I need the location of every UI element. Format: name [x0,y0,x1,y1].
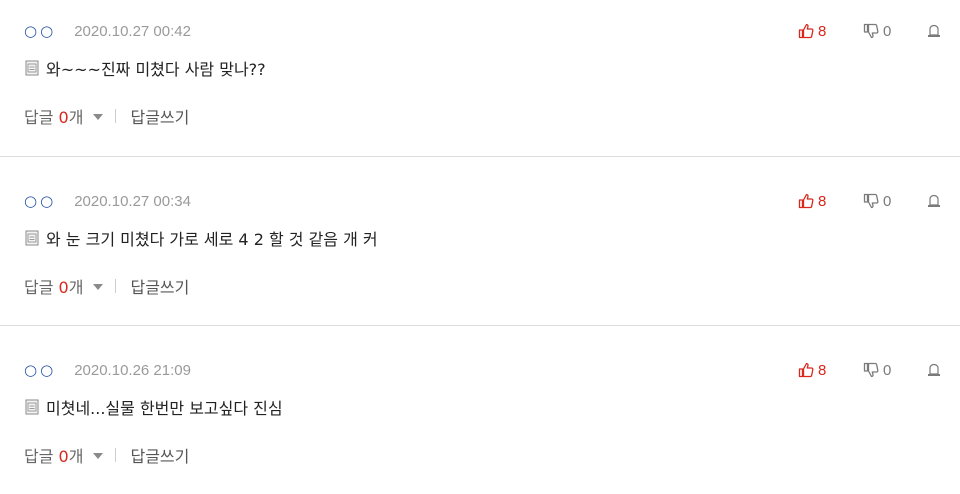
comment-item: ○○ 2020.10.26 21:09 8 0 미쳣네...실물 한번만 보고싶… [0,339,960,494]
like-button[interactable]: 8 [798,190,826,212]
comment-text: 미쳣네...실물 한번만 보고싶다 진심 [46,399,283,418]
comment-item: ○○ 2020.10.27 00:34 8 0 와 눈 크기 미쳤다 가로 세로… [0,170,960,325]
reply-toggle[interactable]: 답글 0개 [24,104,83,128]
reply-label: 답글 [24,108,54,127]
thumbs-down-icon [863,23,879,39]
comment-nickname[interactable]: ○○ [24,361,56,379]
divider [0,156,960,157]
comment-meta: ○○ 2020.10.27 00:42 [24,20,191,42]
thumbs-up-icon [798,23,814,39]
vote-area: 8 0 [790,359,960,381]
like-count: 8 [818,192,827,210]
reply-label: 답글 [24,447,54,466]
report-button[interactable] [927,359,941,381]
thumbs-up-icon [798,193,814,209]
dislike-count: 0 [883,361,892,379]
chevron-down-icon[interactable] [93,453,104,459]
chevron-down-icon[interactable] [93,284,104,290]
dislike-button[interactable]: 0 [863,20,891,42]
comment-nickname[interactable]: ○○ [24,22,56,40]
report-button[interactable] [927,20,941,42]
reply-toggle[interactable]: 답글 0개 [24,274,83,298]
comment-actions: 답글 0개 답글쓰기 [24,104,189,128]
reply-count: 0 [58,447,69,466]
reply-count: 0 [58,108,69,127]
reply-unit: 개 [68,278,84,297]
report-icon [927,363,941,377]
reply-unit: 개 [68,447,84,466]
divider [115,279,117,293]
report-icon [927,194,941,208]
report-icon [927,24,941,38]
comment-text: 와~~~진짜 미쳤다 사람 맞나?? [46,60,266,79]
write-reply-button[interactable]: 답글쓰기 [130,443,189,467]
like-button[interactable]: 8 [798,20,826,42]
comment-actions: 답글 0개 답글쓰기 [24,443,189,467]
dislike-count: 0 [883,192,892,210]
comment-body: 와~~~진짜 미쳤다 사람 맞나?? [24,56,266,80]
comment-date: 2020.10.26 21:09 [74,361,191,379]
reply-count: 0 [58,278,69,297]
comment-actions: 답글 0개 답글쓰기 [24,274,189,298]
thumbs-down-icon [863,193,879,209]
like-count: 8 [818,22,827,40]
comment-nickname[interactable]: ○○ [24,192,56,210]
reply-unit: 개 [68,108,84,127]
reply-label: 답글 [24,278,54,297]
memo-icon [24,398,40,416]
reply-toggle[interactable]: 답글 0개 [24,443,83,467]
like-count: 8 [818,361,827,379]
memo-icon [24,229,40,247]
thumbs-up-icon [798,362,814,378]
write-reply-button[interactable]: 답글쓰기 [130,104,189,128]
comment-item: ○○ 2020.10.27 00:42 8 0 와~~~진짜 미쳤다 사람 맞나… [0,0,960,155]
vote-area: 8 0 [790,190,960,212]
dislike-button[interactable]: 0 [863,190,891,212]
divider [115,109,117,123]
comment-date: 2020.10.27 00:34 [74,192,191,210]
divider [0,325,960,326]
comment-date: 2020.10.27 00:42 [74,22,191,40]
memo-icon [24,59,40,77]
divider [115,448,117,462]
comment-body: 미쳣네...실물 한번만 보고싶다 진심 [24,395,283,419]
comment-text: 와 눈 크기 미쳤다 가로 세로 4 2 할 것 같음 개 커 [46,230,378,249]
dislike-count: 0 [883,22,892,40]
report-button[interactable] [927,190,941,212]
write-reply-button[interactable]: 답글쓰기 [130,274,189,298]
vote-area: 8 0 [790,20,960,42]
dislike-button[interactable]: 0 [863,359,891,381]
thumbs-down-icon [863,362,879,378]
comment-body: 와 눈 크기 미쳤다 가로 세로 4 2 할 것 같음 개 커 [24,226,378,250]
like-button[interactable]: 8 [798,359,826,381]
comment-meta: ○○ 2020.10.27 00:34 [24,190,191,212]
comment-meta: ○○ 2020.10.26 21:09 [24,359,191,381]
chevron-down-icon[interactable] [93,114,104,120]
